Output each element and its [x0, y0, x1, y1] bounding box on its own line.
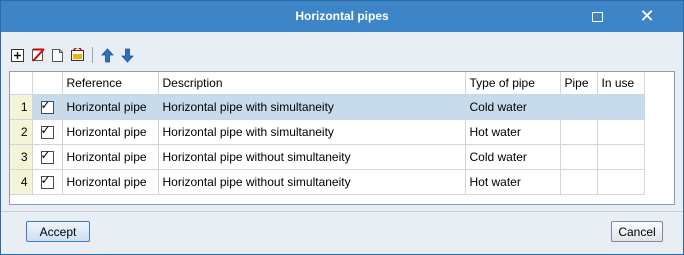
column-header-rownum — [10, 72, 33, 95]
table-row[interactable]: 2 ✓ Horizontal pipe Horizontal pipe with… — [10, 119, 645, 145]
cell-in-use[interactable] — [597, 119, 645, 145]
column-header-in-use[interactable]: In use — [597, 72, 645, 95]
cell-type-of-pipe[interactable]: Hot water — [465, 169, 561, 195]
close-icon: ✕ — [639, 5, 655, 27]
row-number: 3 — [10, 144, 33, 170]
dialog-window: Horizontal pipes ✕ Reference Description… — [0, 0, 684, 255]
close-button[interactable]: ✕ — [625, 1, 669, 32]
toolbar-separator — [92, 47, 93, 63]
cell-description[interactable]: Horizontal pipe with simultaneity — [158, 94, 466, 120]
maximize-icon — [591, 11, 603, 22]
title-bar[interactable]: Horizontal pipes ✕ — [1, 1, 683, 32]
move-up-icon — [101, 47, 114, 62]
column-header-pipe[interactable]: Pipe — [560, 72, 598, 95]
pipes-table: Reference Description Type of pipe Pipe … — [9, 71, 675, 205]
cancel-button[interactable]: Cancel — [611, 221, 663, 242]
table-header-row: Reference Description Type of pipe Pipe … — [10, 72, 645, 95]
table-row[interactable]: 1 ✓ Horizontal pipe Horizontal pipe with… — [10, 94, 645, 120]
table-row[interactable]: 4 ✓ Horizontal pipe Horizontal pipe with… — [10, 169, 645, 195]
cell-reference[interactable]: Horizontal pipe — [62, 144, 159, 170]
row-checkbox[interactable]: ✓ — [32, 119, 63, 145]
delete-row-icon — [31, 48, 45, 62]
cell-pipe[interactable] — [560, 169, 598, 195]
cell-in-use[interactable] — [597, 169, 645, 195]
checkbox-checked[interactable]: ✓ — [40, 123, 54, 140]
cell-type-of-pipe[interactable]: Cold water — [465, 94, 561, 120]
row-number: 1 — [10, 94, 33, 120]
cell-in-use[interactable] — [597, 144, 645, 170]
row-number: 2 — [10, 119, 33, 145]
column-header-description[interactable]: Description — [158, 72, 466, 95]
row-checkbox[interactable]: ✓ — [32, 169, 63, 195]
toolbar — [9, 45, 136, 65]
move-down-icon — [121, 48, 134, 63]
row-checkbox[interactable]: ✓ — [32, 144, 63, 170]
cell-description[interactable]: Horizontal pipe without simultaneity — [158, 144, 466, 170]
cell-description[interactable]: Horizontal pipe without simultaneity — [158, 169, 466, 195]
move-down-button[interactable] — [119, 47, 136, 64]
cell-reference[interactable]: Horizontal pipe — [62, 119, 159, 145]
cell-type-of-pipe[interactable]: Hot water — [465, 119, 561, 145]
row-checkbox[interactable]: ✓ — [32, 94, 63, 120]
checkbox-checked[interactable]: ✓ — [40, 173, 54, 190]
move-up-button[interactable] — [99, 47, 116, 64]
checkbox-checked[interactable]: ✓ — [40, 148, 54, 165]
cell-in-use[interactable] — [597, 94, 645, 120]
maximize-button[interactable] — [575, 1, 619, 32]
delete-row-button[interactable] — [29, 47, 46, 64]
row-number: 4 — [10, 169, 33, 195]
edit-button[interactable] — [69, 47, 86, 64]
add-row-icon — [11, 48, 24, 62]
accept-button[interactable]: Accept — [26, 221, 90, 242]
cell-description[interactable]: Horizontal pipe with simultaneity — [158, 119, 466, 145]
cell-pipe[interactable] — [560, 144, 598, 170]
column-header-type-of-pipe[interactable]: Type of pipe — [465, 72, 561, 95]
checkbox-checked[interactable]: ✓ — [40, 98, 54, 115]
cell-reference[interactable]: Horizontal pipe — [62, 169, 159, 195]
copy-row-icon — [51, 48, 63, 62]
column-header-check — [32, 72, 63, 95]
cell-pipe[interactable] — [560, 119, 598, 145]
footer-divider — [1, 211, 683, 212]
cell-reference[interactable]: Horizontal pipe — [62, 94, 159, 120]
copy-row-button[interactable] — [49, 47, 66, 64]
cell-pipe[interactable] — [560, 94, 598, 120]
table-row[interactable]: 3 ✓ Horizontal pipe Horizontal pipe with… — [10, 144, 645, 170]
cell-type-of-pipe[interactable]: Cold water — [465, 144, 561, 170]
edit-icon — [71, 48, 84, 61]
add-row-button[interactable] — [9, 47, 26, 64]
column-header-reference[interactable]: Reference — [62, 72, 159, 95]
